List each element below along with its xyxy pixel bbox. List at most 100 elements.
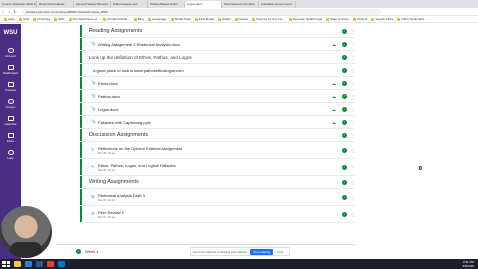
browser-tab[interactable]: Ipsi and Variety Rhetoric [74, 1, 111, 8]
module-item[interactable]: ⋮ ✎ Reflections on the Opinion Editorial… [80, 142, 355, 159]
nav-calendar[interactable]: Calendar [0, 116, 21, 131]
item-title[interactable]: Rhetorical Analysis Draft 3 [98, 193, 145, 198]
published-check-icon[interactable]: ✓ [342, 180, 347, 185]
bookmark-item[interactable]: University [33, 17, 50, 21]
drag-handle-icon[interactable]: ⋮ [85, 132, 89, 138]
drag-handle-icon[interactable]: ⋮ [85, 80, 89, 86]
file-explorer-icon[interactable] [14, 261, 21, 267]
webcam-overlay[interactable] [0, 206, 52, 258]
drag-handle-icon[interactable]: ⋮ [85, 28, 89, 34]
bookmark-item[interactable]: The Advertisers of... [69, 17, 100, 21]
module-item[interactable]: ⋮ 📎 Ethos.docx ☁ ✓ ⋮ [80, 77, 355, 90]
word-icon[interactable] [36, 261, 43, 267]
drag-handle-icon[interactable]: ⋮ [85, 194, 89, 200]
kebab-menu-icon[interactable]: ⋮ [351, 165, 355, 170]
module-item[interactable]: ⋮ ☰ Rhetorical Analysis Draft 3 Mar 31 |… [80, 189, 355, 206]
item-title[interactable]: Logos.docx [98, 107, 118, 112]
item-title-block[interactable]: Ethos, Pathos, Logos, and Logical Fallac… [98, 163, 176, 172]
published-check-icon[interactable]: ✓ [342, 42, 347, 47]
published-check-icon[interactable]: ✓ [342, 29, 347, 34]
published-check-icon[interactable]: ✓ [342, 133, 347, 138]
kebab-menu-icon[interactable]: ⋮ [351, 180, 355, 185]
drag-handle-icon[interactable]: ⋮ [85, 211, 89, 217]
module-item[interactable]: ⋮ 📎 Fallacies with Captioning.pptx ☁ ✓ ⋮ [80, 116, 355, 129]
hide-button[interactable]: Hide [277, 250, 283, 254]
kebab-menu-icon[interactable]: ⋮ [351, 120, 355, 125]
item-title[interactable]: Ethos, Pathos, Logos, and Logical Fallac… [98, 163, 176, 168]
published-check-icon[interactable]: ✓ [342, 107, 347, 112]
bookmark-item[interactable]: Media Tools [171, 17, 191, 21]
wsu-logo[interactable]: WSU [0, 24, 21, 46]
kebab-menu-icon[interactable]: ⋮ [351, 42, 355, 47]
drag-handle-icon[interactable]: ⋮ [85, 67, 89, 73]
item-title[interactable]: Fallacies with Captioning.pptx [98, 120, 151, 125]
published-check-icon[interactable]: ✓ [342, 165, 347, 170]
browser-tab[interactable]: Phrase Based Action [148, 1, 185, 8]
item-title[interactable]: Peer Review 1 [98, 210, 124, 215]
kebab-menu-icon[interactable]: ⋮ [351, 148, 355, 153]
bookmark-item[interactable]: Blog [134, 17, 144, 21]
drag-handle-icon[interactable]: ⋮ [85, 119, 89, 125]
bookmark-item[interactable]: Other bookmarks [397, 17, 424, 21]
published-check-icon[interactable]: ✓ [342, 68, 347, 73]
drag-handle-icon[interactable]: ⋮ [85, 41, 89, 47]
published-check-icon[interactable]: ✓ [342, 195, 347, 200]
published-check-icon[interactable]: ✓ [342, 120, 347, 125]
kebab-menu-icon[interactable]: ⋮ [351, 107, 355, 112]
outlook-icon[interactable] [58, 261, 65, 267]
drag-handle-icon[interactable]: ⋮ [85, 93, 89, 99]
bookmark-item[interactable]: RSS [54, 17, 64, 21]
bookmark-item[interactable]: Jobs [19, 17, 29, 21]
browser-tab[interactable]: Course Schedule: ENG 101 [0, 1, 37, 8]
edge-icon[interactable] [25, 261, 32, 267]
nav-inbox[interactable]: Inbox [0, 133, 21, 148]
browser-tab[interactable]: Summarized Comment [222, 1, 259, 8]
kebab-menu-icon[interactable]: ⋮ [351, 212, 355, 217]
reload-icon[interactable]: ↻ [12, 9, 18, 14]
windows-start-icon[interactable] [2, 261, 10, 267]
browser-tab[interactable]: Rhetorical Analysis [37, 1, 74, 8]
kebab-menu-icon[interactable]: ⋮ [351, 133, 355, 138]
published-check-icon[interactable]: ✓ [342, 212, 347, 217]
nav-courses[interactable]: Courses [0, 82, 21, 97]
cloud-icon[interactable]: ☁ [332, 81, 336, 86]
bookmark-item[interactable]: Guides [235, 17, 249, 21]
module-item[interactable]: ⋮ ✎ Ethos, Pathos, Logos, and Logical Fa… [80, 159, 355, 176]
stop-sharing-button[interactable]: Stop sharing [250, 248, 274, 255]
module-item[interactable]: ⋮ 📎 Logos.docx ☁ ✓ ⋮ [80, 103, 355, 116]
published-check-icon[interactable]: ✓ [342, 94, 347, 99]
item-title-block[interactable]: Reflections on the Opinion Editorial Ass… [98, 146, 182, 155]
browser-tab[interactable]: Australian Government [259, 1, 296, 8]
url-input[interactable]: wichita.instructure.com/courses/####/mod… [22, 8, 382, 15]
chrome-icon[interactable] [47, 261, 54, 267]
item-title[interactable]: Reflections on the Opinion Editorial Ass… [98, 146, 182, 151]
bookmark-item[interactable]: Sources for Any Ins... [252, 17, 285, 21]
module-item[interactable]: ⋮ 📎 Pathos.docx ☁ ✓ ⋮ [80, 90, 355, 103]
module-item[interactable]: ⋮ 📎 Writing Assignment 2 Rhetorical Anal… [80, 38, 355, 51]
cloud-icon[interactable]: ☁ [332, 107, 336, 112]
published-check-icon[interactable]: ✓ [342, 148, 347, 153]
bookmark-item[interactable]: State of Crazy [326, 17, 349, 21]
kebab-menu-icon[interactable]: ⋮ [351, 68, 355, 73]
cloud-icon[interactable]: ☁ [332, 94, 336, 99]
drag-handle-icon[interactable]: ⋮ [85, 106, 89, 112]
cloud-icon[interactable]: ☁ [332, 42, 336, 47]
item-title-block[interactable]: Rhetorical Analysis Draft 3 Mar 31 | 10 … [98, 193, 145, 202]
bookmark-item[interactable]: Succeed: Health Logs [289, 17, 322, 21]
bookmark-item[interactable]: Apps [4, 17, 15, 21]
drag-handle-icon[interactable]: ⋮ [85, 147, 89, 153]
nav-dashboard[interactable]: Dashboard [0, 65, 21, 80]
browser-tab[interactable]: Pathosologos.com [111, 1, 148, 8]
kebab-menu-icon[interactable]: ⋮ [351, 55, 355, 60]
kebab-menu-icon[interactable]: ⋮ [351, 94, 355, 99]
bookmark-item[interactable]: ESR Media [195, 17, 214, 21]
drag-handle-icon[interactable]: ⋮ [85, 164, 89, 170]
module-item[interactable]: ⋮ ☰ Peer Review 1 Mar 31 | 10 pts ✓ ⋮ [80, 206, 355, 223]
bookmark-item[interactable]: Outlook [353, 17, 367, 21]
module-title[interactable]: Week 4 [85, 249, 99, 254]
nav-account[interactable]: Account [0, 48, 21, 63]
bookmark-item[interactable]: Lanuguage [148, 17, 167, 21]
item-title[interactable]: Pathos.docx [98, 94, 120, 99]
bookmark-item[interactable]: Search Clubs [371, 17, 393, 21]
published-check-icon[interactable]: ✓ [342, 81, 347, 86]
